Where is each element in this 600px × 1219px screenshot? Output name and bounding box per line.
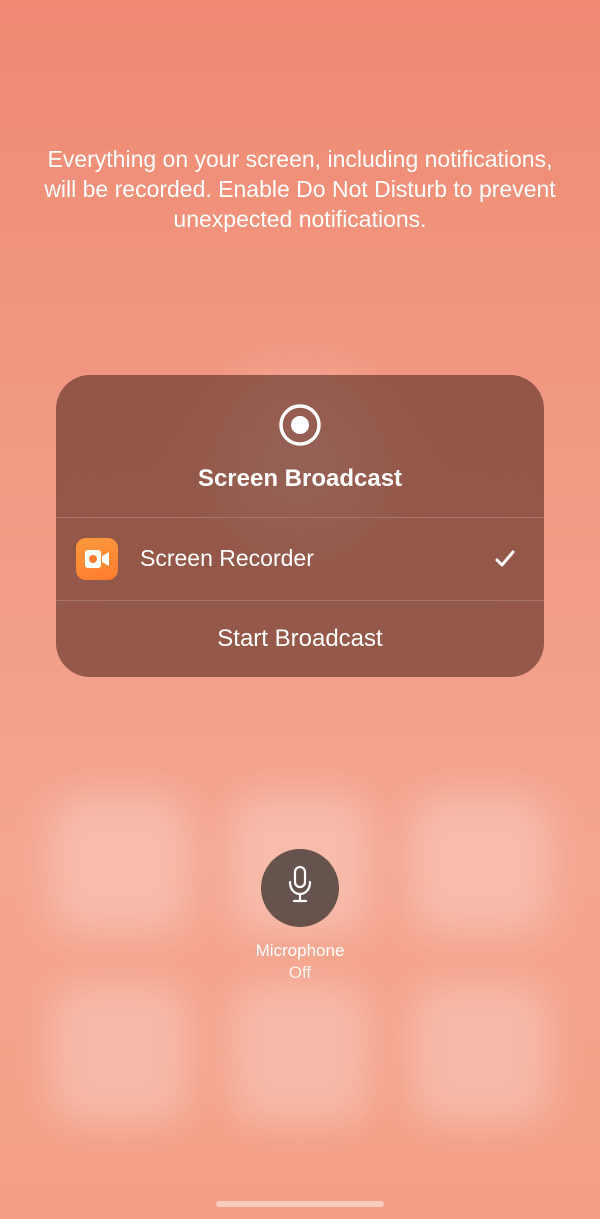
app-label: Screen Recorder: [140, 545, 492, 572]
screen-recorder-app-icon: [76, 538, 118, 580]
microphone-label: Microphone: [256, 941, 345, 961]
start-broadcast-label: Start Broadcast: [217, 625, 382, 653]
broadcast-card: Screen Broadcast Screen Recorder Start B…: [56, 375, 544, 677]
home-indicator[interactable]: [216, 1201, 384, 1207]
microphone-status: Off: [289, 963, 311, 983]
microphone-toggle-button[interactable]: [261, 849, 339, 927]
info-text: Everything on your screen, including not…: [0, 145, 600, 235]
record-icon: [278, 403, 322, 447]
microphone-icon: [285, 865, 315, 910]
card-title: Screen Broadcast: [198, 465, 402, 493]
app-selection-row[interactable]: Screen Recorder: [56, 518, 544, 600]
checkmark-icon: [492, 546, 518, 572]
card-header: Screen Broadcast: [56, 375, 544, 517]
start-broadcast-button[interactable]: Start Broadcast: [56, 601, 544, 677]
microphone-section: Microphone Off: [256, 849, 345, 983]
